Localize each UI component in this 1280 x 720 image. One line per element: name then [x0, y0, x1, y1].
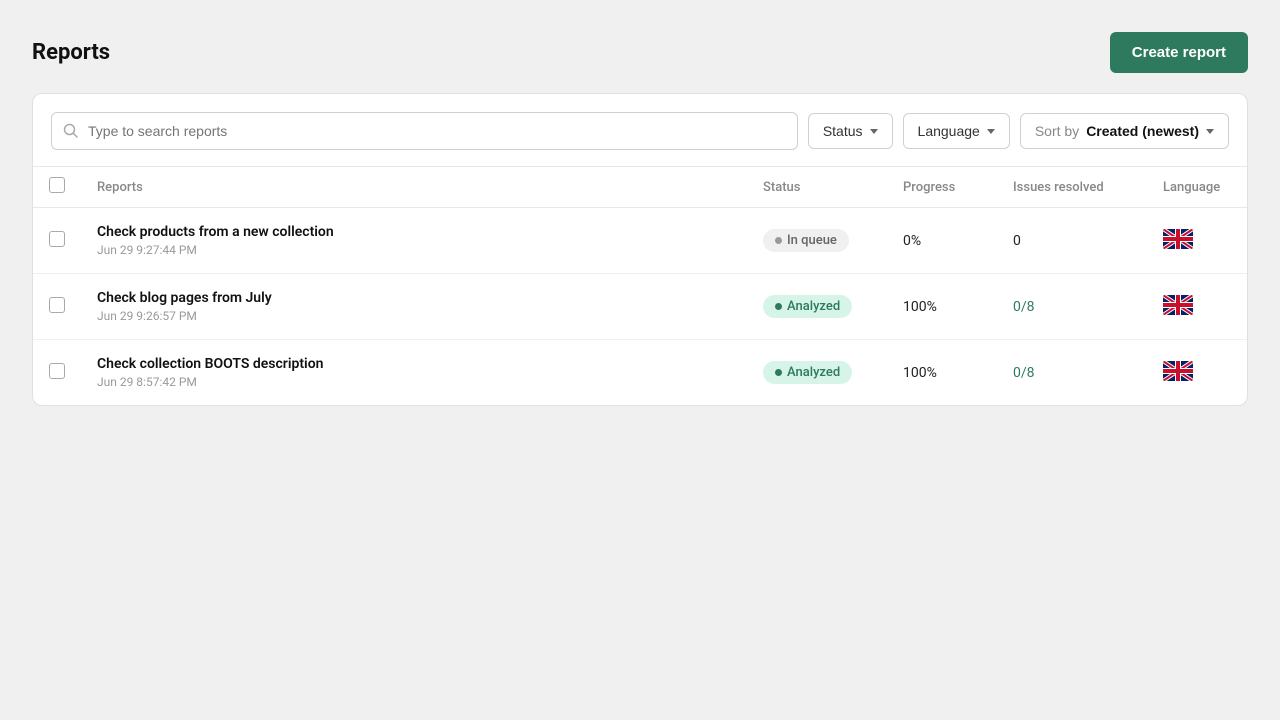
row-checkbox-3[interactable] — [49, 363, 65, 379]
col-progress-header: Progress — [887, 167, 997, 208]
row-checkbox-2[interactable] — [49, 297, 65, 313]
table-row: Check blog pages from July Jun 29 9:26:5… — [33, 274, 1247, 340]
sort-value: Created (newest) — [1086, 123, 1199, 139]
issues-value: 0 — [1013, 233, 1021, 249]
chevron-down-icon — [870, 129, 878, 134]
select-all-checkbox[interactable] — [49, 177, 65, 193]
report-name: Check products from a new collection — [97, 224, 731, 240]
search-input[interactable] — [51, 112, 798, 150]
report-name: Check collection BOOTS description — [97, 356, 731, 372]
issues-value: 0/8 — [1013, 365, 1035, 381]
chevron-down-icon — [987, 129, 995, 134]
report-name: Check blog pages from July — [97, 290, 731, 306]
language-flag — [1163, 361, 1193, 381]
status-filter-button[interactable]: Status — [808, 113, 893, 149]
progress-value: 100% — [903, 365, 937, 381]
report-date: Jun 29 9:27:44 PM — [97, 243, 731, 257]
page-title: Reports — [32, 40, 110, 65]
reports-card: Status Language Sort by Created (newest)… — [32, 93, 1248, 406]
status-dot — [775, 369, 782, 376]
search-wrapper — [51, 112, 798, 150]
create-report-button[interactable]: Create report — [1110, 32, 1248, 73]
reports-table: Reports Status Progress Issues resolved … — [33, 167, 1247, 405]
col-language-header: Language — [1147, 167, 1247, 208]
table-row: Check collection BOOTS description Jun 2… — [33, 340, 1247, 406]
row-checkbox-1[interactable] — [49, 231, 65, 247]
issues-value: 0/8 — [1013, 299, 1035, 315]
language-flag — [1163, 295, 1193, 315]
sort-button[interactable]: Sort by Created (newest) — [1020, 113, 1229, 149]
status-badge: Analyzed — [763, 361, 852, 384]
report-date: Jun 29 8:57:42 PM — [97, 375, 731, 389]
progress-value: 0% — [903, 233, 921, 249]
status-badge: In queue — [763, 229, 849, 252]
status-dot — [775, 237, 782, 244]
language-filter-button[interactable]: Language — [903, 113, 1010, 149]
col-reports-header: Reports — [81, 167, 747, 208]
sort-prefix: Sort by — [1035, 123, 1079, 139]
report-date: Jun 29 9:26:57 PM — [97, 309, 731, 323]
toolbar: Status Language Sort by Created (newest) — [33, 94, 1247, 167]
table-row: Check products from a new collection Jun… — [33, 208, 1247, 274]
language-flag — [1163, 229, 1193, 249]
col-status-header: Status — [747, 167, 887, 208]
status-badge: Analyzed — [763, 295, 852, 318]
chevron-down-icon — [1206, 129, 1214, 134]
progress-value: 100% — [903, 299, 937, 315]
status-dot — [775, 303, 782, 310]
col-issues-header: Issues resolved — [997, 167, 1147, 208]
